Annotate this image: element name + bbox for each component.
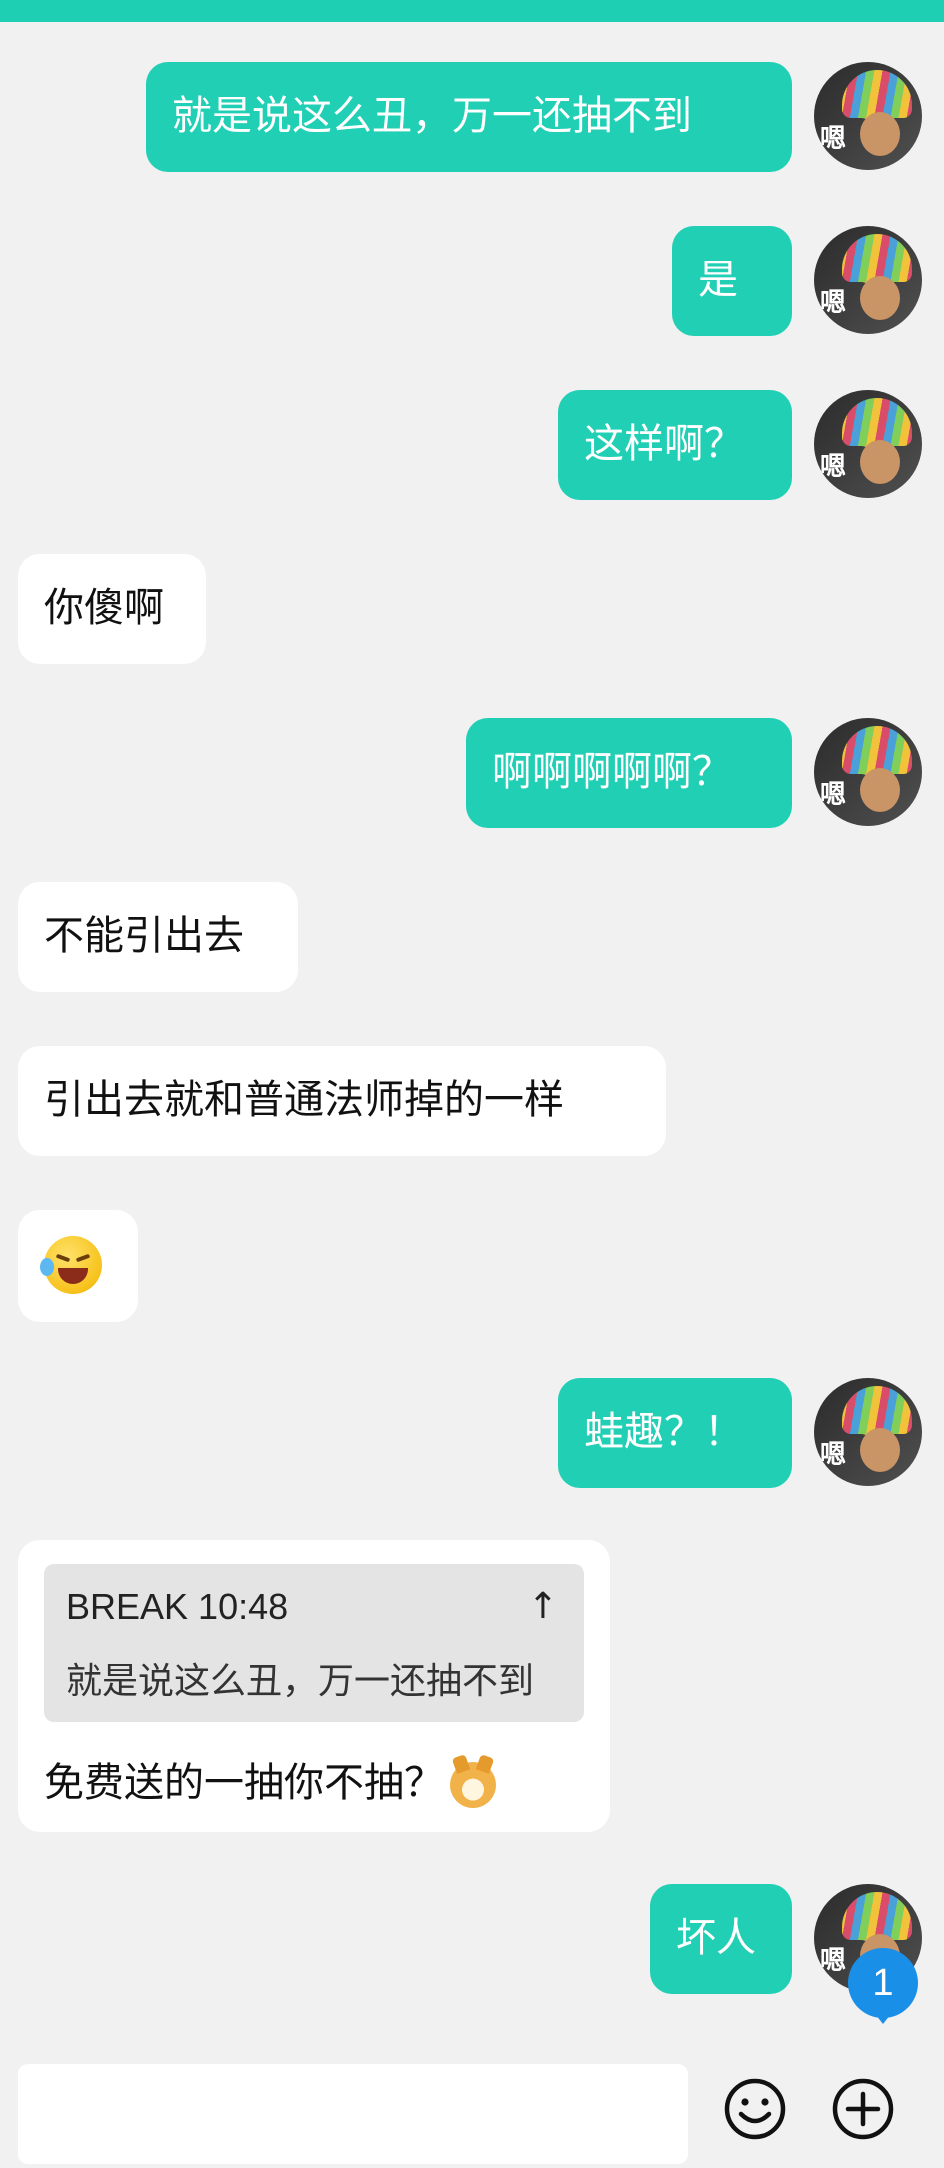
message-bubble-incoming[interactable] xyxy=(18,1210,138,1322)
message-bubble-outgoing[interactable]: 蛙趣？！ xyxy=(558,1378,792,1488)
avatar-caption: 嗯 xyxy=(820,288,847,318)
message-bubble-incoming[interactable]: 不能引出去 xyxy=(18,882,298,992)
message-bubble-outgoing[interactable]: 就是说这么丑，万一还抽不到 xyxy=(146,62,792,172)
message-bubble-outgoing[interactable]: 啊啊啊啊啊？ xyxy=(466,718,792,828)
quoted-message[interactable]: BREAK 10:48 ↑ 就是说这么丑，万一还抽不到 xyxy=(44,1564,584,1722)
user-avatar[interactable]: 嗯 xyxy=(814,718,922,826)
badge-pointer xyxy=(872,2010,894,2024)
message-text: 不能引出去 xyxy=(44,913,244,959)
top-accent-bar xyxy=(0,0,944,22)
quoted-text: 就是说这么丑，万一还抽不到 xyxy=(66,1661,535,1702)
message-bubble-outgoing[interactable]: 是 xyxy=(672,226,792,336)
message-text: 引出去就和普通法师掉的一样 xyxy=(44,1077,564,1123)
avatar-caption: 嗯 xyxy=(820,1946,847,1976)
message-text: 是 xyxy=(698,257,738,303)
user-avatar[interactable]: 嗯 xyxy=(814,390,922,498)
message-bubble-outgoing[interactable]: 坏人 xyxy=(650,1884,792,1994)
avatar-caption: 嗯 xyxy=(820,1440,847,1470)
avatar-caption: 嗯 xyxy=(820,124,847,154)
jump-to-quote-icon[interactable]: ↑ xyxy=(528,1586,558,1627)
user-avatar[interactable]: 嗯 xyxy=(814,62,922,170)
unread-count-badge[interactable]: 1 xyxy=(848,1948,918,2018)
quoted-author-time: BREAK 10:48 xyxy=(66,1586,289,1627)
user-avatar[interactable]: 嗯 xyxy=(814,1378,922,1486)
message-bubble-outgoing[interactable]: 这样啊？ xyxy=(558,390,792,500)
input-bar xyxy=(0,2052,944,2168)
emoji-icon[interactable] xyxy=(722,2076,788,2142)
message-bubble-incoming-with-quote[interactable]: BREAK 10:48 ↑ 就是说这么丑，万一还抽不到 免费送的一抽你不抽？ xyxy=(18,1540,610,1832)
laughing-crying-emoji-icon xyxy=(40,1236,102,1294)
avatar-caption: 嗯 xyxy=(820,452,847,482)
message-text: 你傻啊 xyxy=(44,585,164,631)
chat-message-list[interactable]: 就是说这么丑，万一还抽不到 嗯 是 嗯 这样啊？ 嗯 你傻啊 啊啊啊啊啊？ 嗯 … xyxy=(0,22,944,2052)
message-bubble-incoming[interactable]: 引出去就和普通法师掉的一样 xyxy=(18,1046,666,1156)
doge-emoji-icon xyxy=(450,1754,496,1808)
message-text: 蛙趣？！ xyxy=(584,1409,744,1455)
message-bubble-incoming[interactable]: 你傻啊 xyxy=(18,554,206,664)
message-text: 就是说这么丑，万一还抽不到 xyxy=(172,93,692,139)
message-text: 免费送的一抽你不抽？ xyxy=(44,1760,444,1806)
message-text: 啊啊啊啊啊？ xyxy=(492,749,732,795)
add-icon[interactable] xyxy=(830,2076,896,2142)
message-text: 坏人 xyxy=(676,1915,756,1961)
message-text: 这样啊？ xyxy=(584,421,744,467)
avatar-caption: 嗯 xyxy=(820,780,847,810)
reply-text-line: 免费送的一抽你不抽？ xyxy=(44,1750,496,1808)
user-avatar[interactable]: 嗯 xyxy=(814,226,922,334)
message-input[interactable] xyxy=(18,2064,688,2164)
